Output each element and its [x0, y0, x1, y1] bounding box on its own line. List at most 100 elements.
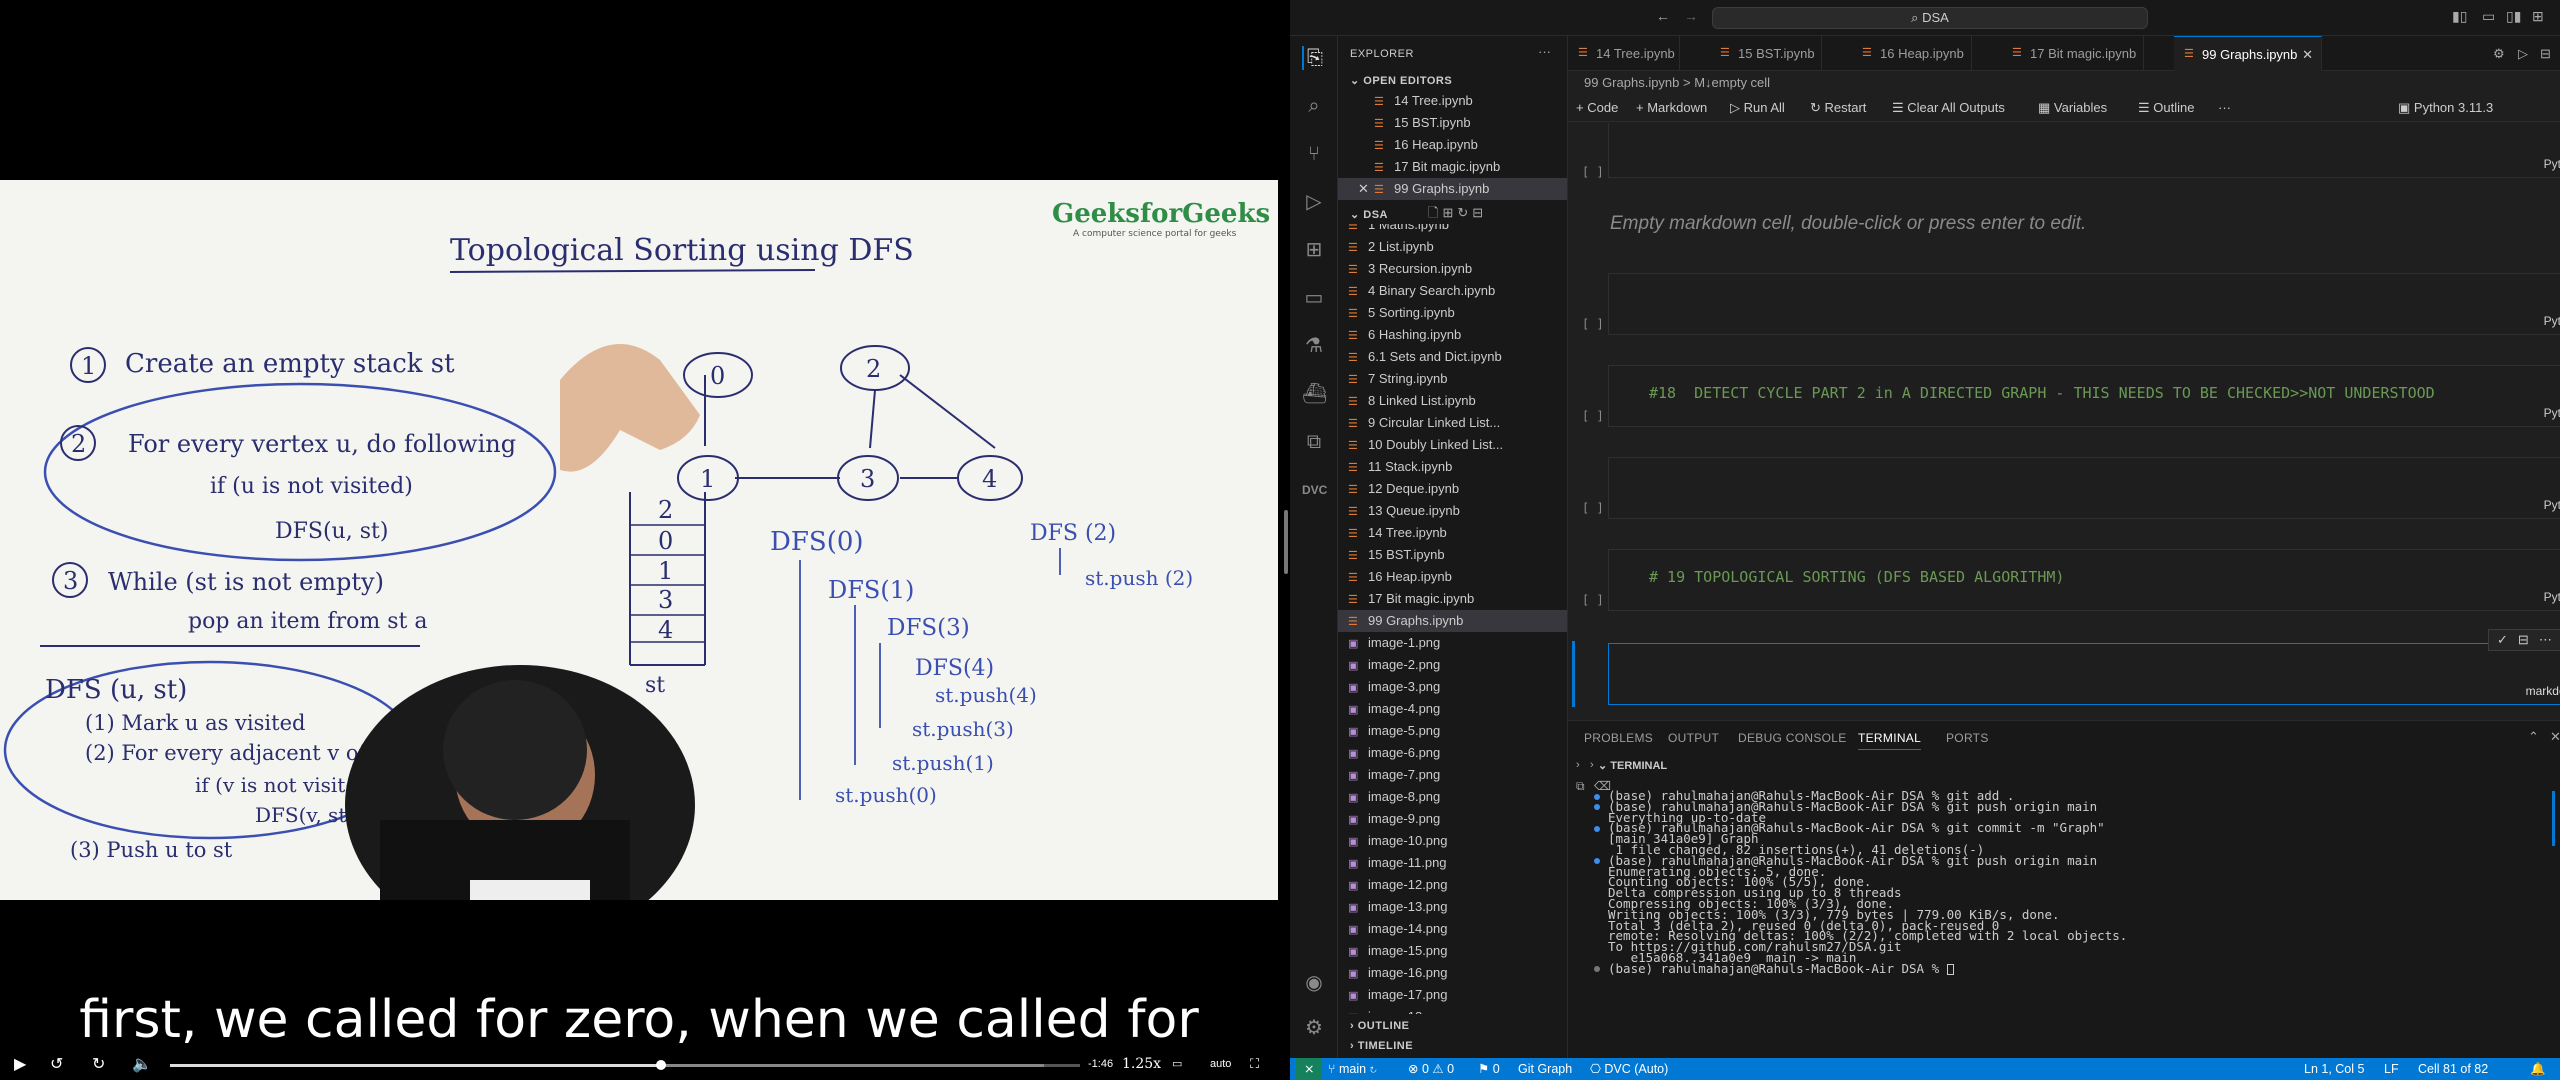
panel-tab-debug-console[interactable]: DEBUG CONSOLE	[1738, 731, 1847, 745]
file-tree-item[interactable]: ▣ image-3.png	[1338, 676, 1567, 698]
toggle-sidebar-icon[interactable]: ▮▯	[2452, 8, 2467, 25]
panel-tab-output[interactable]: OUTPUT	[1668, 731, 1719, 745]
maximize-panel-icon[interactable]: ⌃	[2528, 729, 2539, 745]
active-markdown-cell[interactable]: markdown	[1608, 643, 2560, 705]
dvc-status[interactable]: ⎔ DVC (Auto)	[1590, 1058, 1668, 1080]
tab-15-bst-ipynb[interactable]: ☰ 15 BST.ipynb	[1710, 36, 1822, 71]
containers-icon[interactable]: ⧉	[1302, 430, 1326, 454]
timeline-header[interactable]: › TIMELINE	[1350, 1040, 1413, 1052]
cursor-position[interactable]: Ln 1, Col 5	[2304, 1058, 2364, 1080]
cell-language[interactable]: Python	[2544, 590, 2560, 604]
clear-outputs-button[interactable]: ☰ Clear All Outputs	[1892, 100, 2005, 116]
seek-bar[interactable]	[170, 1060, 1080, 1070]
extensions-icon[interactable]: ⊞	[1302, 238, 1326, 262]
tab-14-tree-ipynb[interactable]: ☰ 14 Tree.ipynb	[1568, 36, 1680, 71]
toggle-panel-icon[interactable]: ▭	[2482, 8, 2495, 25]
file-tree-item[interactable]: ☰ 99 Graphs.ipynb	[1338, 610, 1567, 632]
forward-nav-icon[interactable]: →	[1684, 8, 1698, 24]
file-tree-item[interactable]: ▣ image-5.png	[1338, 720, 1567, 742]
file-tree-item[interactable]: ☰ 2 List.ipynb	[1338, 236, 1567, 258]
eol-indicator[interactable]: LF	[2384, 1058, 2399, 1080]
code-cell[interactable]: Python	[1608, 273, 2560, 335]
file-tree-item[interactable]: ☰ 7 String.ipynb	[1338, 368, 1567, 390]
code-cell[interactable]: #18 DETECT CYCLE PART 2 in A DIRECTED GR…	[1608, 365, 2560, 427]
file-tree-item[interactable]: ▣ image-12.png	[1338, 874, 1567, 896]
restart-button[interactable]: ↻ Restart	[1810, 100, 1866, 116]
open-editor-item[interactable]: ☰ 17 Bit magic.ipynb	[1338, 156, 1567, 178]
split-editor-icon[interactable]: ⊟	[2540, 46, 2551, 62]
file-tree-item[interactable]: ▣ image-7.png	[1338, 764, 1567, 786]
play-icon[interactable]: ▶	[14, 1054, 26, 1074]
fullscreen-icon[interactable]: ⛶	[1250, 1056, 1259, 1072]
file-tree-item[interactable]: ☰ 11 Stack.ipynb	[1338, 456, 1567, 478]
cell-language[interactable]: Python	[2544, 406, 2560, 420]
cell-run-bracket[interactable]: [ ]	[1582, 593, 1604, 607]
captions-icon[interactable]: ▭	[1172, 1057, 1182, 1070]
dvc-icon[interactable]: DVC	[1302, 478, 1327, 502]
file-tree-item[interactable]: ☰ 13 Queue.ipynb	[1338, 500, 1567, 522]
open-editors-header[interactable]: ⌄ OPEN EDITORS	[1350, 74, 1452, 87]
tab-17-bit-magic-ipynb[interactable]: ☰ 17 Bit magic.ipynb	[2002, 36, 2144, 71]
split-cell-icon[interactable]: ⊟	[2518, 632, 2539, 647]
file-tree-item[interactable]: ▣ image-1.png	[1338, 632, 1567, 654]
layout-icon[interactable]: ⊞	[2532, 8, 2544, 25]
branch-indicator[interactable]: ⑂ main ↻	[1328, 1058, 1377, 1080]
cell-run-bracket[interactable]: [ ]	[1582, 317, 1604, 331]
file-tree-item[interactable]: ☰ 14 Tree.ipynb	[1338, 522, 1567, 544]
remote-indicator[interactable]: ⨯	[1296, 1058, 1323, 1080]
cell-language[interactable]: markdown	[2526, 684, 2560, 698]
outline-header[interactable]: › OUTLINE	[1350, 1020, 1410, 1032]
file-tree-item[interactable]: ☰ 6.1 Sets and Dict.ipynb	[1338, 346, 1567, 368]
code-cell[interactable]: # 19 TOPOLOGICAL SORTING (DFS BASED ALGO…	[1608, 549, 2560, 611]
close-icon[interactable]: ✕	[1358, 178, 1374, 200]
new-file-icon[interactable]: 🗋⊞↻⊟	[1428, 204, 1487, 226]
file-tree-item[interactable]: ▣ image-2.png	[1338, 654, 1567, 676]
tab-16-heap-ipynb[interactable]: ☰ 16 Heap.ipynb	[1852, 36, 1972, 71]
git-graph-button[interactable]: Git Graph	[1518, 1058, 1572, 1080]
command-center-search[interactable]: ⌕ DSA	[1712, 7, 2148, 29]
panel-tab-ports[interactable]: PORTS	[1946, 731, 1989, 745]
panel-tab-terminal[interactable]: TERMINAL	[1858, 731, 1922, 750]
problems-indicator[interactable]: ⊗ 0 ⚠ 0	[1408, 1058, 1454, 1080]
expand-icon[interactable]: ›	[1576, 759, 1580, 771]
file-tree-item[interactable]: ☰ 1 Maths.ipynb	[1338, 224, 1567, 236]
empty-markdown-cell[interactable]: Empty markdown cell, double-click or pre…	[1610, 213, 2086, 235]
file-tree-item[interactable]: ☰ 16 Heap.ipynb	[1338, 566, 1567, 588]
run-all-button[interactable]: ▷ Run All	[1730, 100, 1785, 116]
check-icon[interactable]: ✓	[2497, 632, 2518, 647]
cell-language[interactable]: Python	[2544, 498, 2560, 512]
cell-run-bracket[interactable]: [ ]	[1582, 409, 1604, 423]
file-tree-item[interactable]: ▣ image-10.png	[1338, 830, 1567, 852]
explorer-icon[interactable]: ⎘	[1302, 46, 1326, 70]
volume-icon[interactable]: 🔈	[132, 1054, 152, 1074]
notifications-icon[interactable]: 🔔	[2530, 1058, 2546, 1080]
file-tree-item[interactable]: ☰ 6 Hashing.ipynb	[1338, 324, 1567, 346]
file-tree-item[interactable]: ▣ image-8.png	[1338, 786, 1567, 808]
add-markdown-button[interactable]: + Markdown	[1636, 100, 1707, 115]
open-editor-item[interactable]: ☰ 15 BST.ipynb	[1338, 112, 1567, 134]
folder-header[interactable]: ⌄ DSA	[1350, 208, 1388, 221]
breadcrumb[interactable]: 99 Graphs.ipynb > M↓empty cell	[1584, 72, 1770, 94]
tab-99-graphs-ipynb[interactable]: ☰ 99 Graphs.ipynb ✕	[2174, 36, 2322, 71]
seek-handle[interactable]	[656, 1060, 667, 1070]
quality-select[interactable]: auto	[1210, 1058, 1231, 1070]
file-tree-item[interactable]: ☰ 5 Sorting.ipynb	[1338, 302, 1567, 324]
file-tree-item[interactable]: ☰ 15 BST.ipynb	[1338, 544, 1567, 566]
open-editor-item[interactable]: ☰ 14 Tree.ipynb	[1338, 90, 1567, 112]
kernel-picker[interactable]: ▣ Python 3.11.3	[2398, 100, 2493, 116]
testing-icon[interactable]: ⚗	[1302, 334, 1326, 358]
rewind-icon[interactable]: ↺	[50, 1054, 63, 1074]
remote-explorer-icon[interactable]: ▭	[1302, 286, 1326, 310]
back-icon[interactable]: ←	[1656, 8, 1670, 24]
more-toolbar-button[interactable]: ···	[2218, 100, 2231, 115]
file-tree-item[interactable]: ☰ 8 Linked List.ipynb	[1338, 390, 1567, 412]
file-tree-item[interactable]: ☰ 9 Circular Linked List...	[1338, 412, 1567, 434]
code-cell[interactable]: Python	[1608, 457, 2560, 519]
run-icon[interactable]: ▷	[2518, 46, 2528, 62]
file-tree-item[interactable]: ☰ 17 Bit magic.ipynb	[1338, 588, 1567, 610]
terminal-output[interactable]: (base) rahulmahajan@Rahuls-MacBook-Air D…	[1594, 789, 2558, 975]
file-tree-item[interactable]: ☰ 3 Recursion.ipynb	[1338, 258, 1567, 280]
terminal-section-header[interactable]: ⌄ TERMINAL	[1598, 759, 1667, 772]
run-debug-icon[interactable]: ▷	[1302, 190, 1326, 214]
panel-tab-problems[interactable]: PROBLEMS	[1584, 731, 1653, 745]
